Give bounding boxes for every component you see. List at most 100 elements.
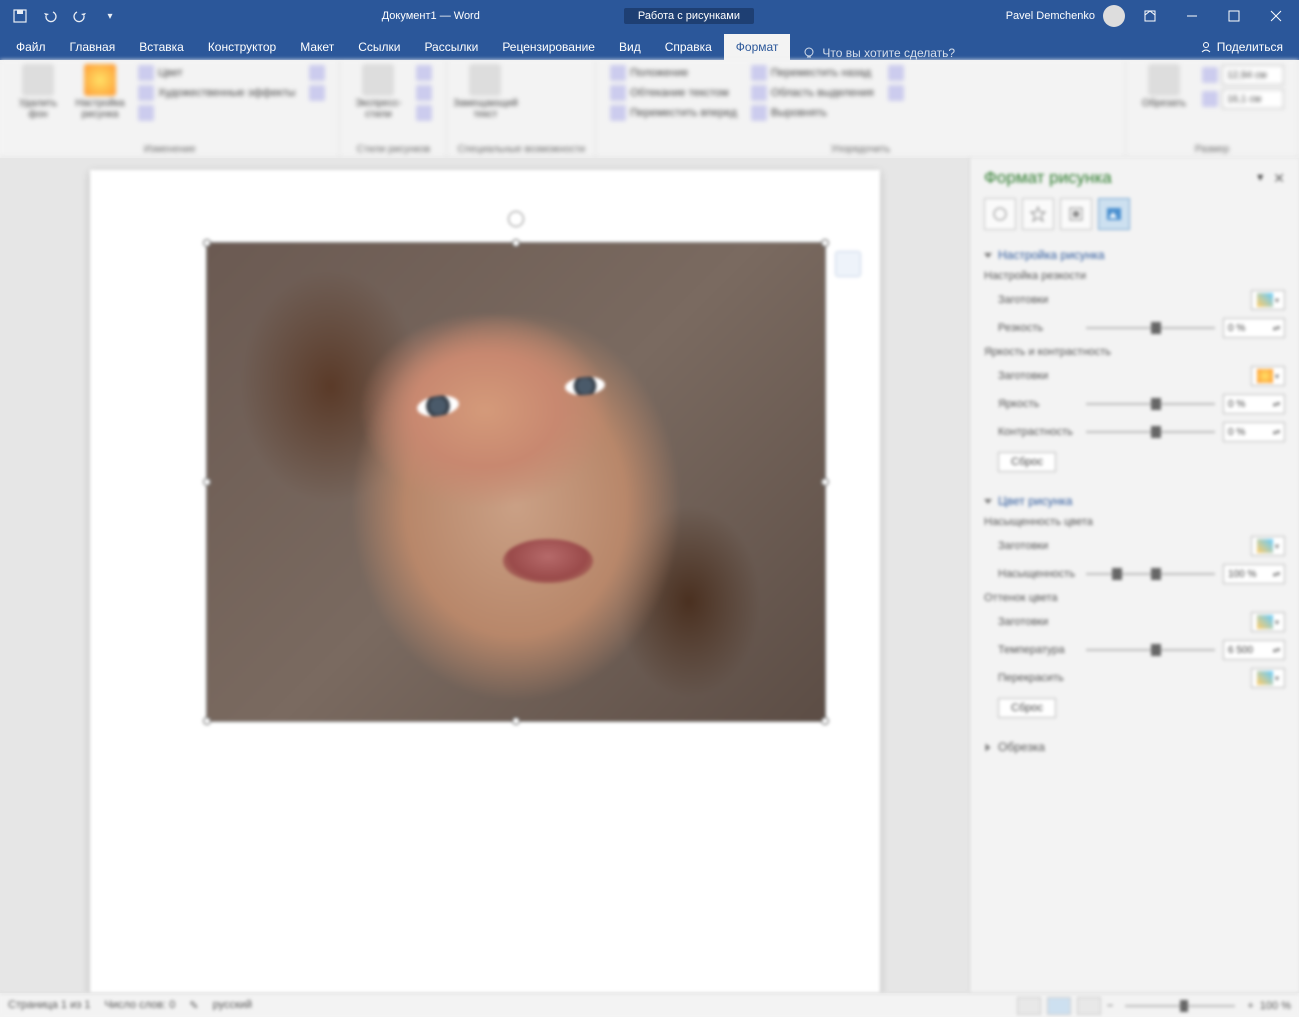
- picture-effects-button[interactable]: [412, 84, 436, 102]
- picture-layout-button[interactable]: [412, 104, 436, 122]
- artistic-effects-button[interactable]: Художественные эффекты: [134, 84, 299, 102]
- tell-me-placeholder: Что вы хотите сделать?: [822, 46, 955, 60]
- redo-icon[interactable]: [68, 4, 92, 28]
- zoom-level[interactable]: 100 %: [1260, 1000, 1291, 1012]
- tab-layout[interactable]: Макет: [288, 34, 346, 60]
- selection-pane-button[interactable]: Область выделения: [747, 84, 878, 102]
- resize-handle-tl[interactable]: [203, 239, 211, 247]
- brightness-slider[interactable]: [1086, 403, 1215, 405]
- group-objects-button[interactable]: [884, 64, 908, 82]
- reset-picture-button[interactable]: [305, 84, 329, 102]
- pane-close-icon[interactable]: ✕: [1273, 170, 1285, 187]
- undo-icon[interactable]: [38, 4, 62, 28]
- picture-border-button[interactable]: [412, 64, 436, 82]
- tab-home[interactable]: Главная: [58, 34, 128, 60]
- tab-review[interactable]: Рецензирование: [490, 34, 607, 60]
- change-picture-button[interactable]: [305, 64, 329, 82]
- ribbon-options-icon[interactable]: [1133, 2, 1167, 30]
- reset-color-button[interactable]: Сброс: [998, 698, 1056, 718]
- contrast-value[interactable]: 0 %▴▾: [1223, 422, 1285, 442]
- width-input[interactable]: 16,1 см: [1198, 88, 1288, 110]
- sharpness-slider[interactable]: [1086, 327, 1215, 329]
- tell-me-search[interactable]: Что вы хотите сделать?: [790, 46, 1186, 60]
- contrast-slider[interactable]: [1086, 431, 1215, 433]
- rotate-handle-icon[interactable]: [508, 211, 524, 227]
- resize-handle-tm[interactable]: [512, 239, 520, 247]
- maximize-icon[interactable]: [1217, 2, 1251, 30]
- wrap-text-button[interactable]: Обтекание текстом: [606, 84, 741, 102]
- selected-image[interactable]: [206, 242, 826, 722]
- pane-options-icon[interactable]: ▾: [1257, 170, 1263, 187]
- corrections-button[interactable]: Настройка рисунка: [72, 64, 128, 120]
- reset-corrections-button[interactable]: Сброс: [998, 452, 1056, 472]
- crop-button[interactable]: Обрезать: [1136, 64, 1192, 109]
- resize-handle-bl[interactable]: [203, 717, 211, 725]
- layout-options-icon[interactable]: [835, 251, 861, 277]
- tab-mailings[interactable]: Рассылки: [412, 34, 490, 60]
- minimize-icon[interactable]: [1175, 2, 1209, 30]
- language-indicator[interactable]: русский: [213, 999, 252, 1012]
- position-button[interactable]: Положение: [606, 64, 741, 82]
- brightness-value[interactable]: 0 %▴▾: [1223, 394, 1285, 414]
- resize-handle-tr[interactable]: [821, 239, 829, 247]
- bc-presets-button[interactable]: ▾: [1251, 366, 1285, 386]
- chevron-down-icon: [984, 499, 992, 504]
- temperature-slider[interactable]: [1086, 649, 1215, 651]
- share-button[interactable]: Поделиться: [1187, 34, 1295, 60]
- tone-presets-button[interactable]: ▾: [1251, 612, 1285, 632]
- rotate-button[interactable]: [884, 84, 908, 102]
- color-button[interactable]: Цвет: [134, 64, 299, 82]
- tab-insert[interactable]: Вставка: [127, 34, 196, 60]
- tab-fill-line-icon[interactable]: [984, 198, 1016, 230]
- tab-format[interactable]: Формат: [724, 34, 791, 60]
- section-corrections[interactable]: Настройка рисунка: [984, 244, 1285, 266]
- height-input[interactable]: 12,94 см: [1198, 64, 1288, 86]
- compress-button[interactable]: [134, 104, 299, 122]
- section-crop[interactable]: Обрезка: [984, 736, 1285, 758]
- saturation-slider[interactable]: [1086, 573, 1215, 575]
- section-color[interactable]: Цвет рисунка: [984, 490, 1285, 512]
- workspace: Формат рисунка ▾ ✕ Настройка рисунка Нас…: [0, 158, 1299, 993]
- recolor-button[interactable]: ▾: [1251, 668, 1285, 688]
- format-picture-pane: Формат рисунка ▾ ✕ Настройка рисунка Нас…: [969, 158, 1299, 993]
- resize-handle-ml[interactable]: [203, 478, 211, 486]
- page-indicator[interactable]: Страница 1 из 1: [8, 999, 90, 1012]
- tab-effects-icon[interactable]: [1022, 198, 1054, 230]
- tab-references[interactable]: Ссылки: [346, 34, 412, 60]
- word-count[interactable]: Число слов: 0: [104, 999, 175, 1012]
- tab-picture-icon[interactable]: [1098, 198, 1130, 230]
- chevron-down-icon: [984, 253, 992, 258]
- saturation-presets-button[interactable]: ▾: [1251, 536, 1285, 556]
- print-layout-icon[interactable]: [1047, 997, 1071, 1015]
- brightness-contrast-header: Яркость и контрастность: [984, 342, 1285, 362]
- zoom-slider[interactable]: [1125, 1005, 1235, 1007]
- bring-forward-button[interactable]: Переместить вперед: [606, 104, 741, 122]
- spell-check-icon[interactable]: ✎: [189, 999, 198, 1012]
- tab-layout-icon[interactable]: [1060, 198, 1092, 230]
- sharpness-presets-button[interactable]: ▾: [1251, 290, 1285, 310]
- tab-help[interactable]: Справка: [653, 34, 724, 60]
- sharpness-value[interactable]: 0 %▴▾: [1223, 318, 1285, 338]
- resize-handle-mr[interactable]: [821, 478, 829, 486]
- qat-customize-icon[interactable]: ▾: [98, 4, 122, 28]
- web-layout-icon[interactable]: [1077, 997, 1101, 1015]
- remove-background-button[interactable]: Удалить фон: [10, 64, 66, 120]
- picture-styles-button[interactable]: Экспресс-стили: [350, 64, 406, 120]
- temperature-value[interactable]: 6 500▴▾: [1223, 640, 1285, 660]
- resize-handle-br[interactable]: [821, 717, 829, 725]
- send-backward-button[interactable]: Переместить назад: [747, 64, 878, 82]
- resize-handle-bm[interactable]: [512, 717, 520, 725]
- zoom-out-icon[interactable]: −: [1107, 1000, 1113, 1012]
- save-icon[interactable]: [8, 4, 32, 28]
- align-button[interactable]: Выровнять: [747, 104, 878, 122]
- read-mode-icon[interactable]: [1017, 997, 1041, 1015]
- user-avatar-icon[interactable]: [1103, 5, 1125, 27]
- tab-design[interactable]: Конструктор: [196, 34, 288, 60]
- document-canvas[interactable]: [0, 158, 969, 993]
- alt-text-button[interactable]: Замещающий текст: [457, 64, 513, 120]
- tab-file[interactable]: Файл: [4, 34, 58, 60]
- tab-view[interactable]: Вид: [607, 34, 653, 60]
- close-icon[interactable]: [1259, 2, 1293, 30]
- saturation-value[interactable]: 100 %▴▾: [1223, 564, 1285, 584]
- zoom-in-icon[interactable]: +: [1247, 1000, 1253, 1012]
